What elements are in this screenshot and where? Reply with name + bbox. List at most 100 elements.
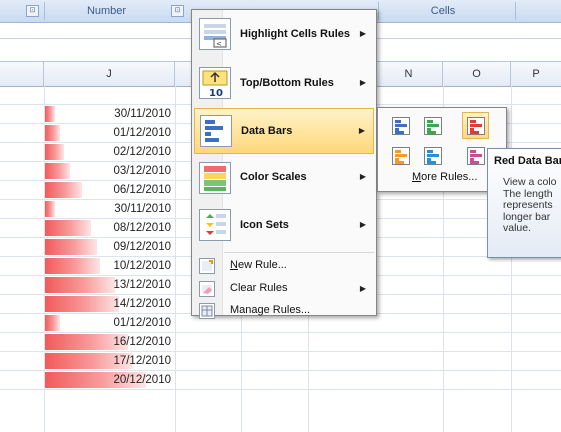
submenu-arrow-icon: ▶ [358, 126, 365, 135]
date-cell[interactable]: 03/12/2010 [44, 162, 175, 180]
data-bar [45, 239, 97, 255]
red-data-bar-swatch[interactable] [462, 112, 489, 139]
date-cell[interactable]: 14/12/2010 [44, 295, 175, 313]
date-value: 09/12/2010 [113, 241, 171, 253]
date-value: 30/11/2010 [114, 108, 171, 120]
table-row[interactable]: 16/12/2010 [0, 333, 561, 352]
data-bar [45, 163, 70, 179]
tooltip-body: View a colo The length represents longer… [503, 176, 561, 235]
green-data-bar-swatch[interactable] [419, 112, 446, 139]
date-value: 06/12/2010 [113, 184, 171, 196]
data-bar [45, 220, 91, 236]
ribbon-separator [515, 2, 516, 20]
data-bar [45, 144, 64, 160]
date-cell[interactable]: 10/12/2010 [44, 257, 175, 275]
data-bar [45, 201, 55, 217]
date-cell[interactable]: 01/12/2010 [44, 314, 175, 332]
color-scales-icon [199, 162, 231, 194]
menu-item-highlight-cells-rules[interactable]: < Highlight Cells Rules ▶ [194, 13, 374, 55]
data-bar [45, 296, 119, 312]
data-bar [45, 315, 60, 331]
red-data-bar-icon [467, 117, 485, 135]
group-label-number: Number [86, 5, 127, 17]
submenu-arrow-icon: ▶ [359, 29, 366, 38]
date-value: 30/11/2010 [114, 203, 171, 215]
blue-data-bar-icon [392, 117, 410, 135]
submenu-arrow-icon: ▶ [359, 284, 366, 293]
data-bar [45, 106, 55, 122]
data-bar [45, 258, 100, 274]
group-label-cells: Cells [430, 5, 456, 17]
top-bottom-icon: 10 [199, 67, 231, 99]
date-cell[interactable]: 08/12/2010 [44, 219, 175, 237]
purple-data-bar-icon [467, 147, 485, 165]
blue-data-bar-swatch[interactable] [387, 112, 414, 139]
date-cell[interactable]: 17/12/2010 [44, 352, 175, 370]
date-value: 08/12/2010 [113, 222, 171, 234]
light-blue-data-bar-icon [424, 147, 442, 165]
date-value: 02/12/2010 [113, 146, 171, 158]
date-cell[interactable]: 06/12/2010 [44, 181, 175, 199]
date-value: 01/12/2010 [113, 127, 171, 139]
svg-text:10: 10 [209, 88, 223, 98]
date-value: 01/12/2010 [113, 317, 171, 329]
orange-data-bar-swatch[interactable] [387, 142, 414, 169]
submenu-arrow-icon: ▶ [359, 220, 366, 229]
menu-item-data-bars[interactable]: Data Bars ▶ [194, 108, 374, 154]
top-bottom-label: Top/Bottom Rules [240, 77, 334, 89]
red-data-bar-tooltip: Red Data Bar View a colo The length repr… [487, 148, 561, 258]
purple-data-bar-swatch[interactable] [462, 142, 489, 169]
highlight-cells-label: Highlight Cells Rules [240, 28, 351, 40]
date-value: 10/12/2010 [113, 260, 171, 272]
date-cell[interactable]: 30/11/2010 [44, 200, 175, 218]
date-value: 20/12/2010 [113, 374, 171, 386]
icon-sets-label: Icon Sets [240, 219, 289, 231]
data-bars-label: Data Bars [241, 125, 293, 137]
tooltip-line: value. [503, 222, 532, 234]
menu-item-top-bottom-rules[interactable]: 10 Top/Bottom Rules ▶ [194, 61, 374, 105]
date-value: 17/12/2010 [113, 355, 171, 367]
menu-item-manage-rules[interactable]: Manage Rules... [194, 300, 374, 322]
dialog-launcher-icon[interactable]: ⊡ [26, 5, 39, 17]
clear-rules-label: Clear Rules [230, 282, 288, 294]
manage-rules-icon [199, 303, 215, 319]
menu-item-icon-sets[interactable]: Icon Sets ▶ [194, 204, 374, 248]
tooltip-line: View a colo [503, 176, 557, 188]
date-cell[interactable]: 09/12/2010 [44, 238, 175, 256]
date-value: 03/12/2010 [113, 165, 171, 177]
data-bars-icon [200, 115, 232, 147]
column-header-p[interactable]: P [511, 62, 561, 86]
menu-item-clear-rules[interactable]: Clear Rules ▶ [194, 278, 374, 300]
column-header-prev[interactable] [0, 62, 44, 86]
conditional-formatting-menu: < Highlight Cells Rules ▶ 10 Top/Bottom … [191, 9, 377, 319]
date-cell[interactable]: 02/12/2010 [44, 143, 175, 161]
table-row[interactable]: 20/12/2010 [0, 371, 561, 390]
date-cell[interactable]: 13/12/2010 [44, 276, 175, 294]
tooltip-title: Red Data Bar [494, 155, 561, 167]
clear-rules-icon [199, 281, 215, 297]
more-rules-link[interactable]: More Rules... [412, 171, 477, 183]
date-cell[interactable]: 30/11/2010 [44, 105, 175, 123]
tooltip-line: represents [503, 199, 553, 211]
menu-item-new-rule[interactable]: New Rule... [194, 255, 374, 277]
new-rule-label: New Rule... [230, 259, 287, 271]
date-cell[interactable]: 20/12/2010 [44, 371, 175, 389]
column-header-j[interactable]: J [44, 62, 175, 86]
light-blue-data-bar-swatch[interactable] [419, 142, 446, 169]
number-dialog-launcher-icon[interactable]: ⊡ [171, 5, 184, 17]
new-rule-icon [199, 258, 215, 274]
highlight-cells-icon: < [199, 18, 231, 50]
menu-separator [224, 252, 374, 253]
data-bar [45, 125, 60, 141]
orange-data-bar-icon [392, 147, 410, 165]
date-cell[interactable]: 16/12/2010 [44, 333, 175, 351]
table-row[interactable]: 17/12/2010 [0, 352, 561, 371]
menu-item-color-scales[interactable]: Color Scales ▶ [194, 157, 374, 199]
column-header-o[interactable]: O [443, 62, 511, 86]
date-cell[interactable]: 01/12/2010 [44, 124, 175, 142]
submenu-arrow-icon: ▶ [359, 172, 366, 181]
icon-sets-icon [199, 209, 231, 241]
manage-rules-label: Manage Rules... [230, 304, 311, 316]
data-bar [45, 182, 82, 198]
column-header-n[interactable]: N [375, 62, 443, 86]
